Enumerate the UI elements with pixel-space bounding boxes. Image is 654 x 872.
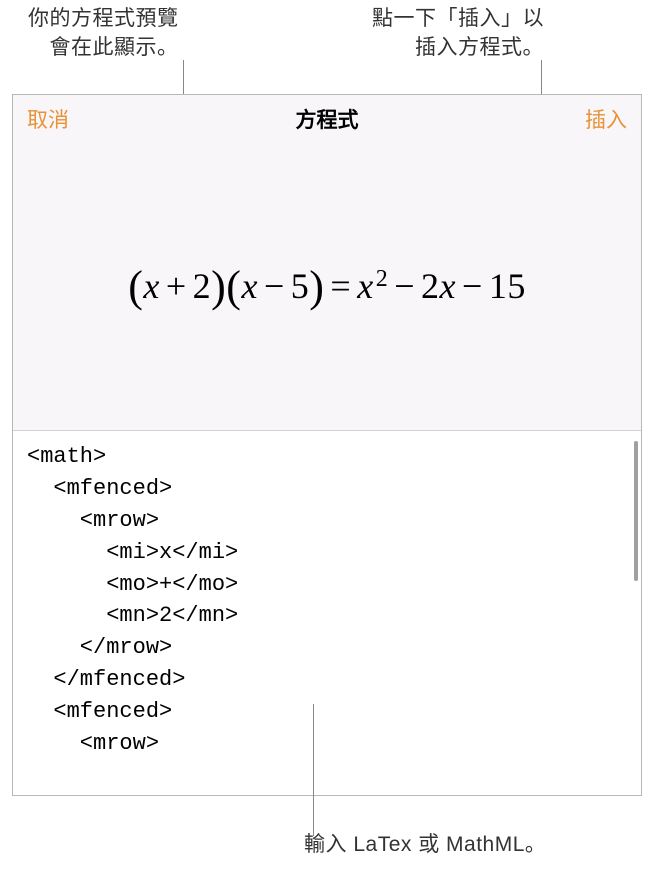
cancel-button[interactable]: 取消	[27, 104, 69, 134]
callout-editor: 輸入 LaTex 或 MathML。	[304, 828, 546, 858]
callout-leader-line-editor	[313, 704, 314, 836]
callout-insert: 點一下「插入」以 插入方程式。	[372, 4, 634, 88]
insert-button[interactable]: 插入	[585, 104, 627, 134]
panel-title: 方程式	[296, 104, 359, 134]
callout-insert-line1: 點一下「插入」以	[372, 7, 544, 30]
callout-preview-line1: 你的方程式預覽	[28, 7, 179, 30]
equation-editor-area[interactable]: <math> <mfenced> <mrow> <mi>x</mi> <mo>+…	[13, 431, 641, 795]
callout-preview-line2: 會在此顯示。	[50, 36, 179, 59]
callout-preview: 你的方程式預覽 會在此顯示。	[20, 4, 229, 88]
equation-preview-area: (x+2)(x−5)=x2−2x−15	[13, 143, 641, 431]
equation-rendered: (x+2)(x−5)=x2−2x−15	[128, 261, 526, 312]
equation-source-text[interactable]: <math> <mfenced> <mrow> <mi>x</mi> <mo>+…	[13, 431, 641, 770]
scrollbar[interactable]	[634, 441, 638, 581]
navigation-bar: 取消 方程式 插入	[13, 95, 641, 143]
equation-panel: 取消 方程式 插入 (x+2)(x−5)=x2−2x−15 <math> <mf…	[12, 94, 642, 796]
callout-insert-line2: 插入方程式。	[415, 36, 544, 59]
